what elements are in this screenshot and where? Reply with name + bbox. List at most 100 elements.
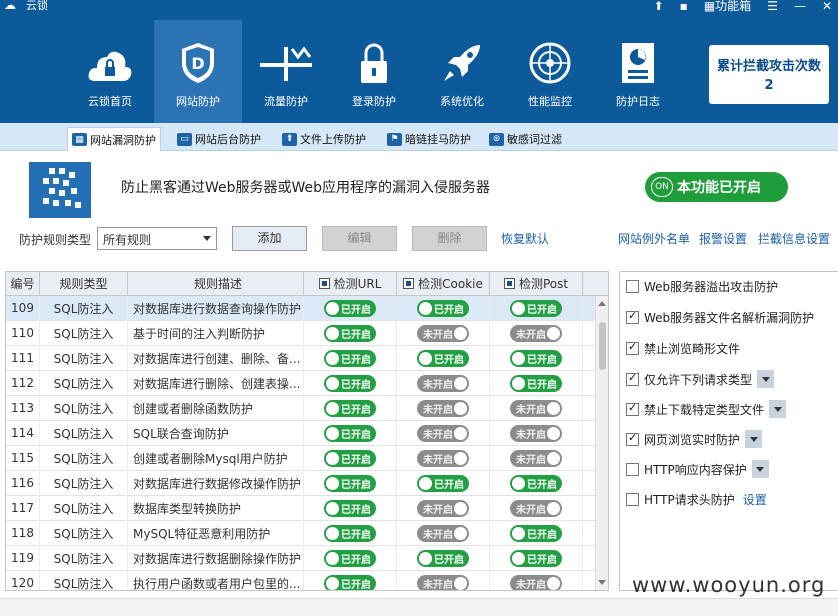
toggle-url[interactable]: 已开启 [324,299,376,317]
toggle-cookie[interactable]: 未开启 [417,374,469,392]
option-dropdown[interactable] [751,460,769,478]
toggle-post[interactable]: 未开启 [510,499,562,517]
add-button[interactable]: 添加 [232,226,307,251]
col-cookie[interactable]: 检测Cookie [397,272,490,295]
option-checkbox[interactable] [626,371,639,386]
toggle-cookie[interactable]: 未开启 [417,524,469,542]
option-checkbox[interactable] [626,492,639,506]
table-row[interactable]: 109 SQL防注入 对数据库进行数据查询操作防护 已开启 已开启 已开启 [6,295,608,321]
table-row[interactable]: 118 SQL防注入 MySQL特征恶意利用防护 已开启 未开启 已开启 [6,520,608,546]
toggle-cookie[interactable]: 未开启 [417,449,469,467]
table-row[interactable]: 114 SQL防注入 SQL联合查询防护 已开启 未开启 未开启 [6,420,608,446]
table-row[interactable]: 117 SQL防注入 数据库类型转换防护 已开启 未开启 未开启 [6,495,608,521]
minimize-icon[interactable]: — [794,0,806,13]
tab-vulnerability-protection[interactable]: ▦ 网站漏洞防护 [67,127,161,151]
option-checkbox[interactable] [626,401,639,416]
table-row[interactable]: 116 SQL防注入 对数据库进行数据修改操作防护 已开启 已开启 已开启 [6,470,608,496]
option-dropdown[interactable] [757,370,775,388]
option-settings-link[interactable]: 设置 [743,491,767,508]
check-url-checkbox[interactable] [318,278,330,289]
option-checkbox[interactable] [626,340,639,355]
toggle-cookie[interactable]: 已开启 [417,299,469,317]
nav-protection-log[interactable]: 防护日志 [594,20,682,123]
message-icon[interactable]: ▪ [680,0,688,13]
toggle-post[interactable]: 未开启 [510,574,562,590]
toggle-cookie[interactable]: 已开启 [417,474,469,492]
table-row[interactable]: 115 SQL防注入 创建或者删除Mysql用户防护 已开启 未开启 未开启 [6,445,608,471]
toggle-post[interactable]: 已开启 [510,349,562,367]
col-post[interactable]: 检测Post [490,272,583,295]
delete-button[interactable]: 删除 [412,226,487,251]
tab-sensitive-filter[interactable]: ⊛ 敏感词过滤 [485,127,566,151]
col-id[interactable]: 编号 [6,272,40,295]
scroll-up-icon[interactable] [598,301,606,306]
whitelist-link[interactable]: 网站例外名单 [618,230,690,247]
toggle-url[interactable]: 已开启 [324,574,376,590]
toggle-post[interactable]: 未开启 [510,449,562,467]
toggle-url[interactable]: 已开启 [324,549,376,567]
tab-upload-protection[interactable]: ⬆ 文件上传防护 [278,127,370,151]
nav-traffic-protection[interactable]: 流量防护 [242,20,330,123]
toggle-url[interactable]: 已开启 [324,424,376,442]
nav-performance-monitor[interactable]: 性能监控 [506,20,594,123]
toggle-url[interactable]: 已开启 [324,399,376,417]
table-row[interactable]: 112 SQL防注入 对数据库进行删除、创建表操... 已开启 未开启 已开启 [6,370,608,396]
toggle-post[interactable]: 已开启 [510,299,562,317]
toggle-cookie[interactable]: 已开启 [417,549,469,567]
option-checkbox[interactable] [626,431,639,446]
toggle-post[interactable]: 未开启 [510,399,562,417]
feature-status-toggle[interactable]: ON 本功能已开启 [645,172,788,202]
close-icon[interactable]: ✕ [822,0,832,13]
check-post-checkbox[interactable] [503,278,515,289]
col-url[interactable]: 检测URL [304,272,397,295]
toggle-post[interactable]: 已开启 [510,374,562,392]
table-scrollbar[interactable] [595,296,608,590]
toggle-cookie[interactable]: 未开启 [417,424,469,442]
toggle-cookie[interactable]: 未开启 [417,574,469,590]
toggle-post[interactable]: 未开启 [510,324,562,342]
toggle-url[interactable]: 已开启 [324,524,376,542]
toggle-post[interactable]: 已开启 [510,524,562,542]
col-type[interactable]: 规则类型 [40,272,128,295]
scroll-down-icon[interactable] [598,580,606,585]
toggle-url[interactable]: 已开启 [324,324,376,342]
toggle-post[interactable]: 已开启 [510,474,562,492]
table-row[interactable]: 120 SQL防注入 执行用户函数或者用户包里的... 已开启 未开启 未开启 [6,570,608,590]
menu-icon[interactable]: ☰ [767,0,778,13]
alarm-settings-link[interactable]: 报警设置 [699,230,747,247]
toggle-cookie[interactable]: 未开启 [417,499,469,517]
nav-login-protection[interactable]: 登录防护 [330,20,418,123]
toggle-cookie[interactable]: 未开启 [417,399,469,417]
table-row[interactable]: 111 SQL防注入 对数据库进行创建、删除、备... 已开启 已开启 已开启 [6,345,608,371]
col-desc[interactable]: 规则描述 [128,272,304,295]
table-row[interactable]: 113 SQL防注入 创建或者删除函数防护 已开启 未开启 未开启 [6,395,608,421]
table-row[interactable]: 119 SQL防注入 对数据库进行数据删除操作防护 已开启 已开启 已开启 [6,545,608,571]
scroll-thumb[interactable] [599,322,606,370]
nav-home[interactable]: 云锁首页 [66,20,154,123]
upgrade-icon[interactable]: ⬆ [654,0,664,13]
tab-darklink-protection[interactable]: ⚑ 暗链挂马防护 [383,127,475,151]
option-checkbox[interactable] [626,309,639,324]
tab-admin-protection[interactable]: ▭ 网站后台防护 [173,127,265,151]
edit-button[interactable]: 编辑 [322,226,397,251]
option-checkbox[interactable] [626,462,639,476]
toolbox-button[interactable]: ▦功能箱 [704,0,751,14]
toggle-url[interactable]: 已开启 [324,374,376,392]
toggle-url[interactable]: 已开启 [324,474,376,492]
toggle-post[interactable]: 未开启 [510,424,562,442]
toggle-url[interactable]: 已开启 [324,499,376,517]
option-dropdown[interactable] [769,400,787,418]
nav-website-protection[interactable]: D 网站防护 [154,20,242,123]
nav-system-optimize[interactable]: 系统优化 [418,20,506,123]
table-row[interactable]: 110 SQL防注入 基于时间的注入判断防护 已开启 未开启 未开启 [6,320,608,346]
block-info-settings-link[interactable]: 拦截信息设置 [758,230,830,247]
restore-default-link[interactable]: 恢复默认 [501,230,549,247]
rule-type-select[interactable]: 所有规则 [97,227,217,250]
option-checkbox[interactable] [626,279,639,293]
toggle-cookie[interactable]: 未开启 [417,324,469,342]
toggle-url[interactable]: 已开启 [324,449,376,467]
option-dropdown[interactable] [745,430,763,448]
toggle-cookie[interactable]: 已开启 [417,349,469,367]
check-cookie-checkbox[interactable] [403,278,415,289]
toggle-post[interactable]: 已开启 [510,549,562,567]
